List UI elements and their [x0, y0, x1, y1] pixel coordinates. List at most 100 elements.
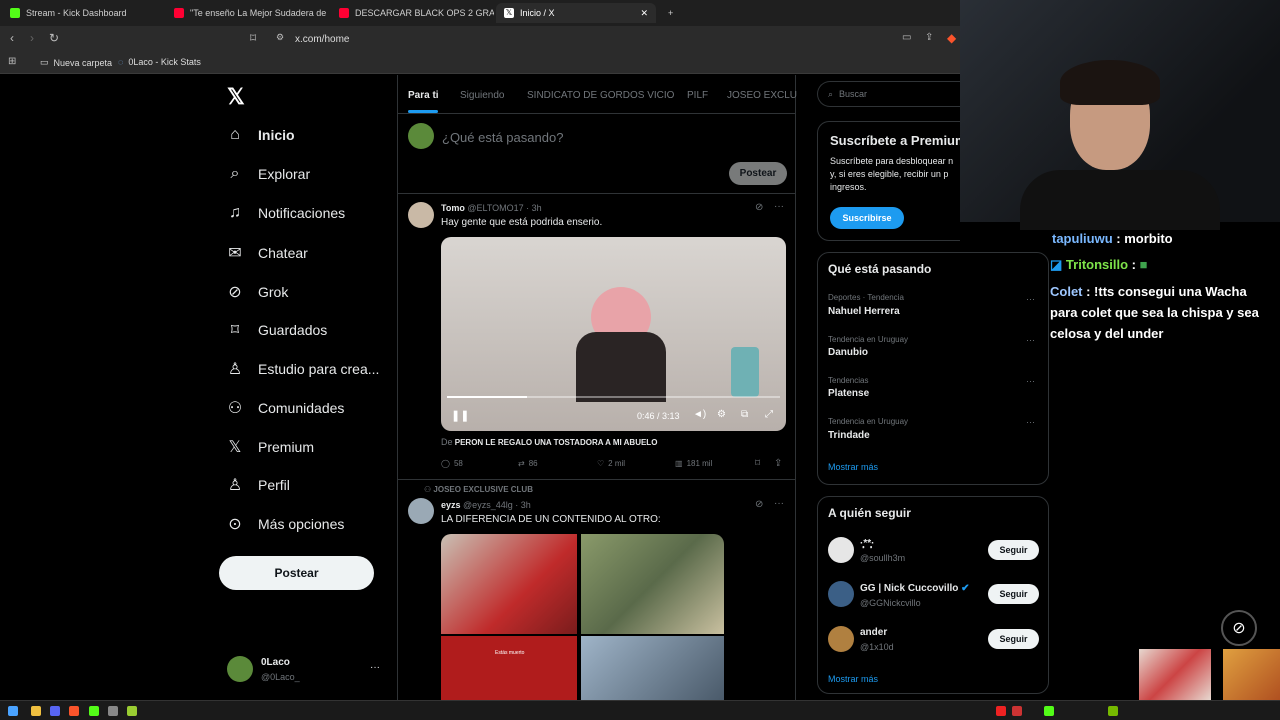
reload-icon[interactable]: ↻: [49, 31, 59, 45]
trends-show-more[interactable]: Mostrar más: [828, 462, 878, 472]
trends-card: [817, 252, 1049, 485]
tab-following[interactable]: Siguiendo: [460, 90, 504, 101]
reply-button[interactable]: ◯ 58: [441, 459, 463, 468]
tray-icon[interactable]: [1044, 706, 1054, 716]
trend-more-icon[interactable]: ···: [1026, 417, 1035, 427]
tab-sindicato[interactable]: SINDICATO DE GORDOS VICIO: [527, 90, 674, 101]
settings-icon[interactable]: ⚙: [717, 409, 726, 420]
post1-video[interactable]: ❚❚ 0:46 / 3:13 ◄) ⚙ ⧉ ⤢: [441, 237, 786, 431]
post2-image-1[interactable]: [441, 534, 577, 634]
post1-avatar[interactable]: [408, 202, 434, 228]
post2-image-4[interactable]: [581, 636, 724, 700]
search-box[interactable]: ⌕ Buscar: [817, 81, 960, 107]
trend-name[interactable]: Nahuel Herrera: [828, 306, 900, 317]
trend-more-icon[interactable]: ···: [1026, 335, 1035, 345]
new-tab-button[interactable]: +: [660, 3, 681, 23]
like-button[interactable]: ♡ 2 mil: [597, 459, 625, 468]
cast-icon[interactable]: ▭: [902, 32, 911, 43]
trend-more-icon[interactable]: ···: [1026, 376, 1035, 386]
tray-icon[interactable]: [1012, 706, 1022, 716]
fullscreen-icon[interactable]: ⤢: [765, 409, 773, 420]
post2-image-3[interactable]: Estás muerto: [441, 636, 577, 700]
nav-home[interactable]: ⌂ Inicio: [226, 126, 294, 144]
volume-icon[interactable]: ◄): [693, 409, 706, 420]
video-progress-track[interactable]: [447, 396, 780, 398]
suggest-name[interactable]: ander: [860, 627, 887, 638]
nvidia-icon[interactable]: [1108, 706, 1118, 716]
nav-explore[interactable]: ⌕ Explorar: [226, 165, 311, 183]
trend-name[interactable]: Trindade: [828, 430, 870, 441]
app-icon[interactable]: [127, 706, 137, 716]
tab-youtube-black-ops[interactable]: DESCARGAR BLACK OPS 2 GRATIS "C: [331, 3, 494, 23]
trend-name[interactable]: Danubio: [828, 347, 868, 358]
suggest-name[interactable]: GG | Nick Cuccovillo ✔: [860, 583, 970, 594]
share-icon[interactable]: ⇪: [925, 32, 933, 43]
bookmark-kick-stats[interactable]: ◌ 0Laco - Kick Stats: [118, 57, 201, 67]
kick-icon[interactable]: [89, 706, 99, 716]
views-button[interactable]: ▥ 181 mil: [675, 459, 712, 468]
bookmark-folder[interactable]: ▭ Nueva carpeta: [40, 57, 112, 68]
suggest-name[interactable]: ·̩̩̥͙**̩̩̥͙·: [860, 538, 874, 549]
pause-icon[interactable]: ❚❚: [451, 409, 469, 422]
grok-small-icon[interactable]: ⊘: [755, 202, 763, 213]
post2-image-2[interactable]: [581, 534, 724, 634]
tab-for-you[interactable]: Para ti: [408, 90, 439, 101]
follow-button[interactable]: Seguir: [988, 629, 1039, 649]
tab-x-home[interactable]: 𝕏 Inicio / X ✕: [496, 3, 656, 23]
brave-shield-icon[interactable]: ◆: [947, 31, 956, 45]
grok-small-icon[interactable]: ⊘: [755, 499, 763, 510]
brave-icon[interactable]: [69, 706, 79, 716]
obs-icon[interactable]: [108, 706, 118, 716]
trend-name[interactable]: Platense: [828, 388, 869, 399]
trend-more-icon[interactable]: ···: [1026, 294, 1035, 304]
repost-button[interactable]: ⇄ 86: [518, 459, 538, 468]
nav-notifications[interactable]: ♫ Notificaciones: [226, 204, 345, 222]
account-avatar[interactable]: [227, 656, 253, 682]
nav-profile[interactable]: ♙ Perfil: [226, 475, 290, 495]
close-tab-icon[interactable]: ✕: [640, 8, 648, 19]
bookmark-post-icon[interactable]: ⌑: [755, 458, 760, 469]
video-source[interactable]: De PERON LE REGALO UNA TOSTADORA A MI AB…: [441, 437, 657, 447]
account-menu-icon[interactable]: ···: [370, 662, 380, 673]
nav-grok[interactable]: ⊘ Grok: [226, 282, 288, 302]
address-bar[interactable]: x.com/home: [295, 34, 349, 45]
tab-youtube-sudadera[interactable]: "Te enseño La Mejor Sudadera de es: [166, 3, 329, 23]
nav-bookmarks[interactable]: ⌑ Guardados: [226, 320, 327, 340]
nav-more[interactable]: ⊙ Más opciones: [226, 514, 344, 534]
bookmark-icon[interactable]: ⌑: [250, 31, 256, 45]
tab-joseo[interactable]: JOSEO EXCLUSI: [727, 90, 797, 101]
tab-kick-dashboard[interactable]: Stream - Kick Dashboard: [2, 3, 165, 23]
nav-communities[interactable]: ⚇ Comunidades: [226, 398, 345, 418]
file-explorer-icon[interactable]: [31, 706, 41, 716]
forward-icon[interactable]: ›: [30, 31, 34, 45]
compose-post-button[interactable]: Postear: [729, 162, 787, 185]
tab-pilf[interactable]: PILF: [687, 90, 708, 101]
community-label[interactable]: ⚇ JOSEO EXCLUSIVE CLUB: [424, 485, 533, 494]
grok-float-icon[interactable]: ⊘: [1221, 610, 1257, 646]
suggest-avatar[interactable]: [828, 626, 854, 652]
share-post-icon[interactable]: ⇪: [774, 458, 782, 469]
nav-premium[interactable]: 𝕏 Premium: [226, 437, 314, 457]
tray-icon[interactable]: [996, 706, 1006, 716]
nav-creator-studio[interactable]: ♙ Estudio para crea...: [226, 359, 380, 379]
apps-grid-icon[interactable]: ⊞: [8, 56, 16, 67]
pip-icon[interactable]: ⧉: [741, 409, 748, 420]
discord-icon[interactable]: [50, 706, 60, 716]
suggest-avatar[interactable]: [828, 581, 854, 607]
suggest-avatar[interactable]: [828, 537, 854, 563]
compose-input[interactable]: ¿Qué está pasando?: [442, 130, 563, 145]
follow-show-more[interactable]: Mostrar más: [828, 674, 878, 684]
windows-start-icon[interactable]: [8, 706, 18, 716]
post-button[interactable]: Postear: [219, 556, 374, 590]
subscribe-button[interactable]: Suscribirse: [830, 207, 904, 229]
site-info-icon[interactable]: ⚙: [276, 32, 284, 43]
nav-chat[interactable]: ✉ Chatear: [226, 243, 308, 263]
x-logo-icon[interactable]: 𝕏: [227, 84, 245, 110]
post1-more-icon[interactable]: ···: [774, 201, 784, 212]
post2-more-icon[interactable]: ···: [774, 498, 784, 509]
post2-avatar[interactable]: [408, 498, 434, 524]
follow-button[interactable]: Seguir: [988, 584, 1039, 604]
back-icon[interactable]: ‹: [10, 31, 14, 45]
follow-button[interactable]: Seguir: [988, 540, 1039, 560]
mail-icon: ✉: [228, 245, 242, 262]
